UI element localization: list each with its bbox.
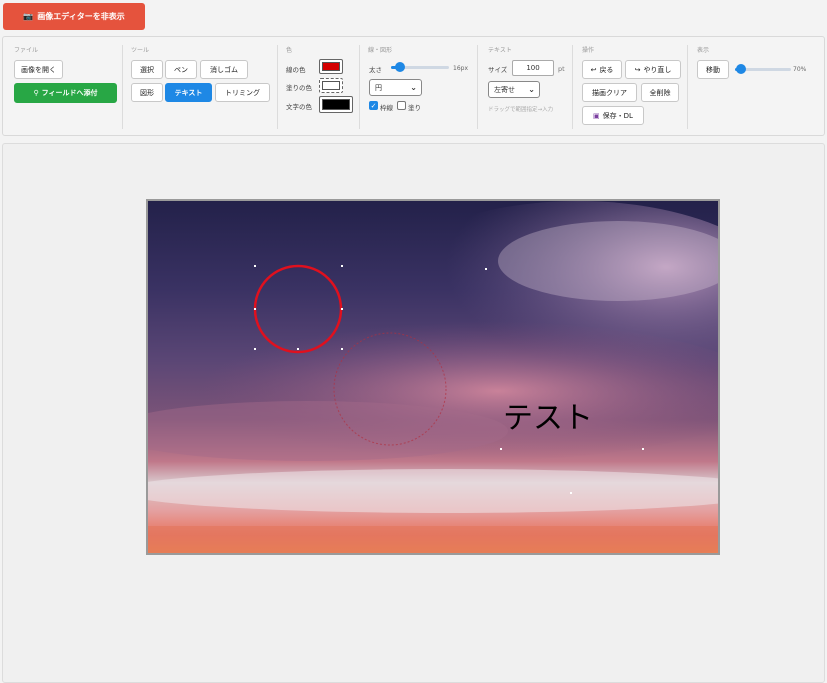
attach-to-field-button[interactable]: ⚲ フィールドへ添付 bbox=[14, 83, 117, 103]
clear-drawing-button[interactable]: 描画クリア bbox=[582, 83, 637, 102]
text-group: テキスト bbox=[488, 45, 512, 58]
redo-icon: ↪ bbox=[634, 65, 641, 74]
floppy-disk-icon: ▣ bbox=[593, 111, 600, 120]
color-group: 色 bbox=[286, 45, 292, 58]
delete-all-button[interactable]: 全削除 bbox=[641, 83, 679, 102]
line-color-fill bbox=[322, 62, 340, 71]
fill-color-label: 塗りの色 bbox=[286, 84, 312, 92]
stroke-checkbox[interactable]: ✓ bbox=[369, 101, 378, 110]
edit-canvas[interactable]: テスト bbox=[146, 199, 720, 555]
fill-checkbox[interactable] bbox=[397, 101, 406, 110]
tools-group-title: ツール bbox=[131, 47, 150, 54]
text-size-label: サイズ bbox=[488, 66, 508, 74]
chevron-down-icon: ⌄ bbox=[528, 85, 535, 94]
slider-knob[interactable] bbox=[395, 62, 406, 72]
redo-label: やり直し bbox=[643, 65, 672, 74]
save-label: 保存・DL bbox=[602, 111, 633, 120]
stroke-checkbox-label: 枠線 bbox=[380, 104, 393, 112]
zoom-value: 70% bbox=[793, 66, 807, 73]
divider bbox=[122, 45, 123, 129]
hide-editor-label: 画像エディターを非表示 bbox=[37, 12, 125, 21]
text-hint: ドラッグで範囲指定→入力 bbox=[488, 107, 554, 113]
ops-group-title: 操作 bbox=[582, 47, 595, 54]
text-group-title: テキスト bbox=[488, 47, 512, 54]
view-group-title: 表示 bbox=[697, 47, 710, 54]
text-color-fill bbox=[322, 99, 350, 110]
slider-knob[interactable] bbox=[735, 64, 746, 74]
redo-button[interactable]: ↪ やり直し bbox=[625, 60, 681, 79]
tool-text-button[interactable]: テキスト bbox=[165, 83, 212, 102]
shape-group: 線・図形 bbox=[368, 45, 392, 58]
text-size-input[interactable]: 100 bbox=[512, 60, 554, 76]
tools-group: ツール bbox=[131, 45, 149, 58]
chevron-down-icon: ⌄ bbox=[410, 83, 417, 92]
line-color-label: 線の色 bbox=[286, 66, 306, 74]
ops-group: 操作 bbox=[582, 45, 594, 58]
file-group-title: ファイル bbox=[14, 47, 39, 54]
divider bbox=[572, 45, 573, 129]
line-color-swatch[interactable] bbox=[319, 59, 343, 74]
zoom-slider[interactable] bbox=[735, 64, 791, 74]
stroke-width-slider[interactable] bbox=[391, 62, 449, 72]
stroke-width-value: 16px bbox=[453, 65, 468, 72]
text-color-swatch[interactable] bbox=[319, 96, 353, 113]
divider bbox=[687, 45, 688, 129]
tool-shape-button[interactable]: 図形 bbox=[131, 83, 163, 102]
tool-eraser-button[interactable]: 消しゴム bbox=[200, 60, 248, 79]
canvas-text[interactable]: テスト bbox=[503, 401, 593, 436]
tool-pen-button[interactable]: ペン bbox=[165, 60, 197, 79]
color-group-title: 色 bbox=[286, 47, 293, 54]
text-color-label: 文字の色 bbox=[286, 103, 312, 111]
divider bbox=[359, 45, 360, 129]
shape-select-value: 円 bbox=[375, 83, 382, 92]
view-group: 表示 bbox=[697, 45, 709, 58]
fill-color-swatch[interactable] bbox=[319, 78, 343, 93]
tool-select-button[interactable]: 選択 bbox=[131, 60, 163, 79]
divider bbox=[277, 45, 278, 129]
open-image-button[interactable]: 画像を開く bbox=[14, 60, 63, 79]
text-align-select[interactable]: 左寄せ ⌄ bbox=[488, 81, 540, 98]
save-download-button[interactable]: ▣ 保存・DL bbox=[582, 106, 644, 125]
hide-editor-button[interactable]: 📷 画像エディターを非表示 bbox=[3, 3, 145, 30]
tool-trim-button[interactable]: トリミング bbox=[215, 83, 270, 102]
attach-label: フィールドへ添付 bbox=[41, 89, 98, 97]
camera-icon: 📷 bbox=[23, 12, 34, 21]
editor-toolbar: ファイル 画像を開く ⚲ フィールドへ添付 ツール 選択 ペン 消しゴム 図形 … bbox=[2, 36, 825, 136]
undo-icon: ↩ bbox=[590, 65, 597, 74]
undo-button[interactable]: ↩ 戻る bbox=[582, 60, 622, 79]
paperclip-icon: ⚲ bbox=[33, 89, 39, 97]
fill-checkbox-label: 塗り bbox=[408, 104, 421, 112]
undo-label: 戻る bbox=[599, 65, 614, 74]
file-group: ファイル bbox=[14, 45, 38, 58]
fill-color-fill bbox=[322, 81, 340, 90]
shape-group-title: 線・図形 bbox=[368, 47, 393, 54]
divider bbox=[477, 45, 478, 129]
sunset-sky-image[interactable]: テスト bbox=[148, 201, 718, 553]
text-size-unit: pt bbox=[558, 65, 565, 73]
move-button[interactable]: 移動 bbox=[697, 60, 729, 79]
text-align-value: 左寄せ bbox=[494, 85, 515, 94]
shape-select[interactable]: 円 ⌄ bbox=[369, 79, 422, 96]
stroke-width-label: 太さ bbox=[369, 66, 382, 74]
